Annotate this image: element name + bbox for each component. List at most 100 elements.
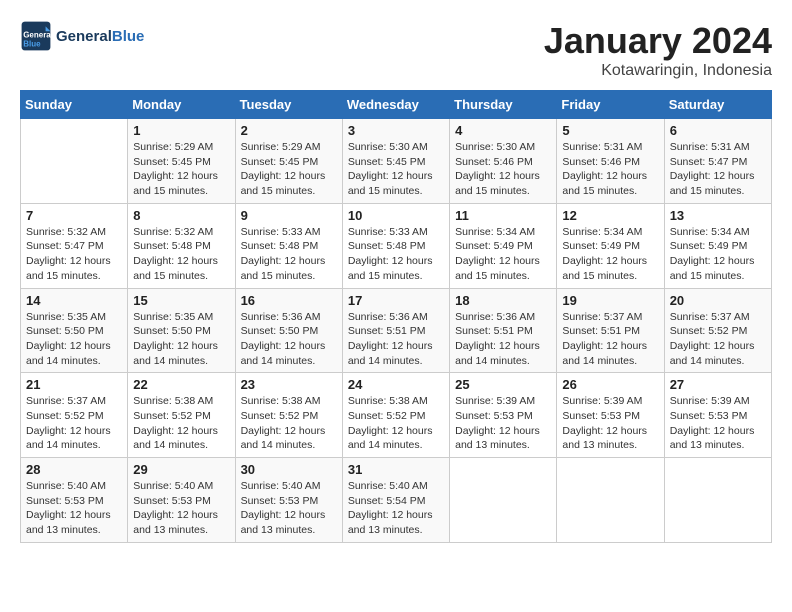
calendar-cell: 2 Sunrise: 5:29 AM Sunset: 5:45 PM Daylig… [235, 119, 342, 204]
title-area: January 2024 Kotawaringin, Indonesia [544, 20, 772, 80]
calendar-cell: 4 Sunrise: 5:30 AM Sunset: 5:46 PM Daylig… [450, 119, 557, 204]
calendar-cell: 17 Sunrise: 5:36 AM Sunset: 5:51 PM Dayli… [342, 288, 449, 373]
svg-text:General: General [23, 31, 52, 40]
calendar-cell: 5Sunrise: 5:31 AM Sunset: 5:46 PM Daylig… [557, 119, 664, 204]
day-info: Sunrise: 5:36 AM Sunset: 5:51 PM Dayligh… [455, 310, 551, 369]
calendar-cell: 6 Sunrise: 5:31 AM Sunset: 5:47 PM Daylig… [664, 119, 771, 204]
calendar-cell: 18 Sunrise: 5:36 AM Sunset: 5:51 PM Dayli… [450, 288, 557, 373]
day-info: Sunrise: 5:38 AM Sunset: 5:52 PM Dayligh… [348, 394, 444, 453]
calendar-cell: 31 Sunrise: 5:40 AM Sunset: 5:54 PM Dayli… [342, 458, 449, 543]
calendar-cell: 8 Sunrise: 5:32 AM Sunset: 5:48 PM Daylig… [128, 203, 235, 288]
day-number: 6 [670, 123, 766, 138]
page-header: General Blue GeneralBlue January 2024 Ko… [20, 20, 772, 80]
column-header-friday: Friday [557, 91, 664, 119]
calendar-week-row: 28 Sunrise: 5:40 AM Sunset: 5:53 PM Dayli… [21, 458, 772, 543]
day-number: 8 [133, 208, 229, 223]
day-number: 10 [348, 208, 444, 223]
calendar-cell: 14Sunrise: 5:35 AM Sunset: 5:50 PM Dayli… [21, 288, 128, 373]
calendar-subtitle: Kotawaringin, Indonesia [544, 62, 772, 80]
day-info: Sunrise: 5:38 AM Sunset: 5:52 PM Dayligh… [241, 394, 337, 453]
day-number: 9 [241, 208, 337, 223]
day-number: 2 [241, 123, 337, 138]
svg-text:Blue: Blue [23, 39, 41, 48]
calendar-cell: 22Sunrise: 5:38 AM Sunset: 5:52 PM Dayli… [128, 373, 235, 458]
day-info: Sunrise: 5:32 AM Sunset: 5:48 PM Dayligh… [133, 225, 229, 284]
calendar-cell: 12Sunrise: 5:34 AM Sunset: 5:49 PM Dayli… [557, 203, 664, 288]
calendar-cell: 15 Sunrise: 5:35 AM Sunset: 5:50 PM Dayli… [128, 288, 235, 373]
logo: General Blue GeneralBlue [20, 20, 144, 52]
day-info: Sunrise: 5:33 AM Sunset: 5:48 PM Dayligh… [241, 225, 337, 284]
calendar-week-row: 21Sunrise: 5:37 AM Sunset: 5:52 PM Dayli… [21, 373, 772, 458]
day-number: 19 [562, 293, 658, 308]
day-info: Sunrise: 5:31 AM Sunset: 5:47 PM Dayligh… [670, 140, 766, 199]
day-info: Sunrise: 5:37 AM Sunset: 5:51 PM Dayligh… [562, 310, 658, 369]
calendar-cell: 25 Sunrise: 5:39 AM Sunset: 5:53 PM Dayli… [450, 373, 557, 458]
calendar-week-row: 1Sunrise: 5:29 AM Sunset: 5:45 PM Daylig… [21, 119, 772, 204]
day-info: Sunrise: 5:30 AM Sunset: 5:45 PM Dayligh… [348, 140, 444, 199]
calendar-cell: 10 Sunrise: 5:33 AM Sunset: 5:48 PM Dayli… [342, 203, 449, 288]
day-info: Sunrise: 5:32 AM Sunset: 5:47 PM Dayligh… [26, 225, 122, 284]
calendar-cell: 1Sunrise: 5:29 AM Sunset: 5:45 PM Daylig… [128, 119, 235, 204]
day-info: Sunrise: 5:40 AM Sunset: 5:54 PM Dayligh… [348, 479, 444, 538]
column-header-saturday: Saturday [664, 91, 771, 119]
calendar-cell [664, 458, 771, 543]
day-info: Sunrise: 5:30 AM Sunset: 5:46 PM Dayligh… [455, 140, 551, 199]
calendar-table: SundayMondayTuesdayWednesdayThursdayFrid… [20, 90, 772, 543]
day-number: 30 [241, 462, 337, 477]
calendar-cell: 24 Sunrise: 5:38 AM Sunset: 5:52 PM Dayli… [342, 373, 449, 458]
day-number: 28 [26, 462, 122, 477]
calendar-cell: 3 Sunrise: 5:30 AM Sunset: 5:45 PM Daylig… [342, 119, 449, 204]
calendar-cell: 30Sunrise: 5:40 AM Sunset: 5:53 PM Dayli… [235, 458, 342, 543]
day-info: Sunrise: 5:40 AM Sunset: 5:53 PM Dayligh… [133, 479, 229, 538]
calendar-title: January 2024 [544, 20, 772, 62]
day-number: 18 [455, 293, 551, 308]
day-info: Sunrise: 5:34 AM Sunset: 5:49 PM Dayligh… [670, 225, 766, 284]
day-number: 4 [455, 123, 551, 138]
day-info: Sunrise: 5:40 AM Sunset: 5:53 PM Dayligh… [26, 479, 122, 538]
day-info: Sunrise: 5:37 AM Sunset: 5:52 PM Dayligh… [670, 310, 766, 369]
day-info: Sunrise: 5:34 AM Sunset: 5:49 PM Dayligh… [455, 225, 551, 284]
calendar-cell [450, 458, 557, 543]
calendar-cell: 23 Sunrise: 5:38 AM Sunset: 5:52 PM Dayli… [235, 373, 342, 458]
calendar-cell: 11Sunrise: 5:34 AM Sunset: 5:49 PM Dayli… [450, 203, 557, 288]
column-header-thursday: Thursday [450, 91, 557, 119]
logo-text: GeneralBlue [56, 28, 144, 45]
calendar-cell: 29Sunrise: 5:40 AM Sunset: 5:53 PM Dayli… [128, 458, 235, 543]
calendar-cell: 20Sunrise: 5:37 AM Sunset: 5:52 PM Dayli… [664, 288, 771, 373]
calendar-cell: 19 Sunrise: 5:37 AM Sunset: 5:51 PM Dayli… [557, 288, 664, 373]
calendar-cell: 9 Sunrise: 5:33 AM Sunset: 5:48 PM Daylig… [235, 203, 342, 288]
day-number: 23 [241, 377, 337, 392]
logo-icon: General Blue [20, 20, 52, 52]
day-number: 17 [348, 293, 444, 308]
calendar-cell: 16 Sunrise: 5:36 AM Sunset: 5:50 PM Dayli… [235, 288, 342, 373]
day-number: 25 [455, 377, 551, 392]
day-info: Sunrise: 5:35 AM Sunset: 5:50 PM Dayligh… [133, 310, 229, 369]
calendar-cell: 21Sunrise: 5:37 AM Sunset: 5:52 PM Dayli… [21, 373, 128, 458]
day-number: 31 [348, 462, 444, 477]
day-number: 26 [562, 377, 658, 392]
day-info: Sunrise: 5:29 AM Sunset: 5:45 PM Dayligh… [241, 140, 337, 199]
day-number: 15 [133, 293, 229, 308]
calendar-cell: 26Sunrise: 5:39 AM Sunset: 5:53 PM Dayli… [557, 373, 664, 458]
day-info: Sunrise: 5:29 AM Sunset: 5:45 PM Dayligh… [133, 140, 229, 199]
day-number: 16 [241, 293, 337, 308]
day-info: Sunrise: 5:36 AM Sunset: 5:51 PM Dayligh… [348, 310, 444, 369]
day-number: 24 [348, 377, 444, 392]
calendar-cell [21, 119, 128, 204]
column-header-wednesday: Wednesday [342, 91, 449, 119]
day-number: 22 [133, 377, 229, 392]
day-number: 7 [26, 208, 122, 223]
day-number: 27 [670, 377, 766, 392]
calendar-cell: 27Sunrise: 5:39 AM Sunset: 5:53 PM Dayli… [664, 373, 771, 458]
day-info: Sunrise: 5:39 AM Sunset: 5:53 PM Dayligh… [455, 394, 551, 453]
column-header-tuesday: Tuesday [235, 91, 342, 119]
day-number: 3 [348, 123, 444, 138]
calendar-header-row: SundayMondayTuesdayWednesdayThursdayFrid… [21, 91, 772, 119]
day-info: Sunrise: 5:33 AM Sunset: 5:48 PM Dayligh… [348, 225, 444, 284]
calendar-cell: 7 Sunrise: 5:32 AM Sunset: 5:47 PM Daylig… [21, 203, 128, 288]
calendar-cell: 28 Sunrise: 5:40 AM Sunset: 5:53 PM Dayli… [21, 458, 128, 543]
calendar-cell: 13 Sunrise: 5:34 AM Sunset: 5:49 PM Dayli… [664, 203, 771, 288]
day-number: 13 [670, 208, 766, 223]
column-header-sunday: Sunday [21, 91, 128, 119]
day-info: Sunrise: 5:36 AM Sunset: 5:50 PM Dayligh… [241, 310, 337, 369]
